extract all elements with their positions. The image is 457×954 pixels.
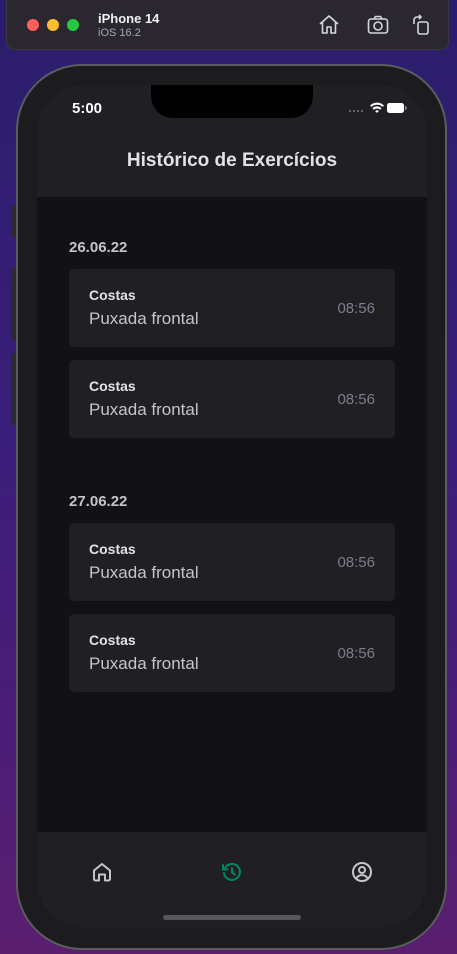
close-window-button[interactable] <box>27 19 39 31</box>
page-title: Histórico de Exercícios <box>126 150 338 171</box>
exercise-group: Costas <box>89 541 136 557</box>
simulator-toolbar: iPhone 14 iOS 16.2 <box>6 0 449 50</box>
exercise-card[interactable]: Costas Puxada frontal 08:56 <box>69 523 395 601</box>
section-date: 27.06.22 <box>69 493 128 510</box>
minimize-window-button[interactable] <box>47 19 59 31</box>
user-circle-icon[interactable] <box>350 860 374 884</box>
os-version: iOS 16.2 <box>98 27 141 39</box>
exercise-name: Puxada frontal <box>89 309 199 328</box>
exercise-time: 08:56 <box>337 300 375 317</box>
exercise-time: 08:56 <box>337 554 375 571</box>
history-icon[interactable] <box>220 860 244 884</box>
device-name: iPhone 14 <box>98 11 160 26</box>
rotate-icon[interactable] <box>410 13 434 37</box>
house-icon[interactable] <box>90 860 114 884</box>
cellular-signal-icon <box>348 109 364 113</box>
exercise-card[interactable]: Costas Puxada frontal 08:56 <box>69 614 395 692</box>
exercise-name: Puxada frontal <box>89 400 199 419</box>
exercise-name: Puxada frontal <box>89 563 199 582</box>
exercise-group: Costas <box>89 378 136 394</box>
exercise-card[interactable]: Costas Puxada frontal 08:56 <box>69 269 395 347</box>
tab-bar <box>37 832 427 928</box>
status-icons <box>348 102 407 113</box>
exercise-group: Costas <box>89 632 136 648</box>
home-icon[interactable] <box>317 13 341 37</box>
dynamic-notch <box>151 85 313 118</box>
exercise-group: Costas <box>89 287 136 303</box>
exercise-name: Puxada frontal <box>89 654 199 673</box>
exercise-card[interactable]: Costas Puxada frontal 08:56 <box>69 360 395 438</box>
exercise-time: 08:56 <box>337 391 375 408</box>
status-time: 5:00 <box>72 100 103 117</box>
battery-icon <box>387 103 407 113</box>
wifi-icon <box>370 102 384 113</box>
home-indicator[interactable] <box>163 915 301 920</box>
screenshot-icon[interactable] <box>366 13 390 37</box>
section-date: 26.06.22 <box>69 239 128 256</box>
phone-screen: Histórico de Exercícios 5:00 26.06.22 Co… <box>37 85 427 928</box>
zoom-window-button[interactable] <box>67 19 79 31</box>
exercise-time: 08:56 <box>337 645 375 662</box>
